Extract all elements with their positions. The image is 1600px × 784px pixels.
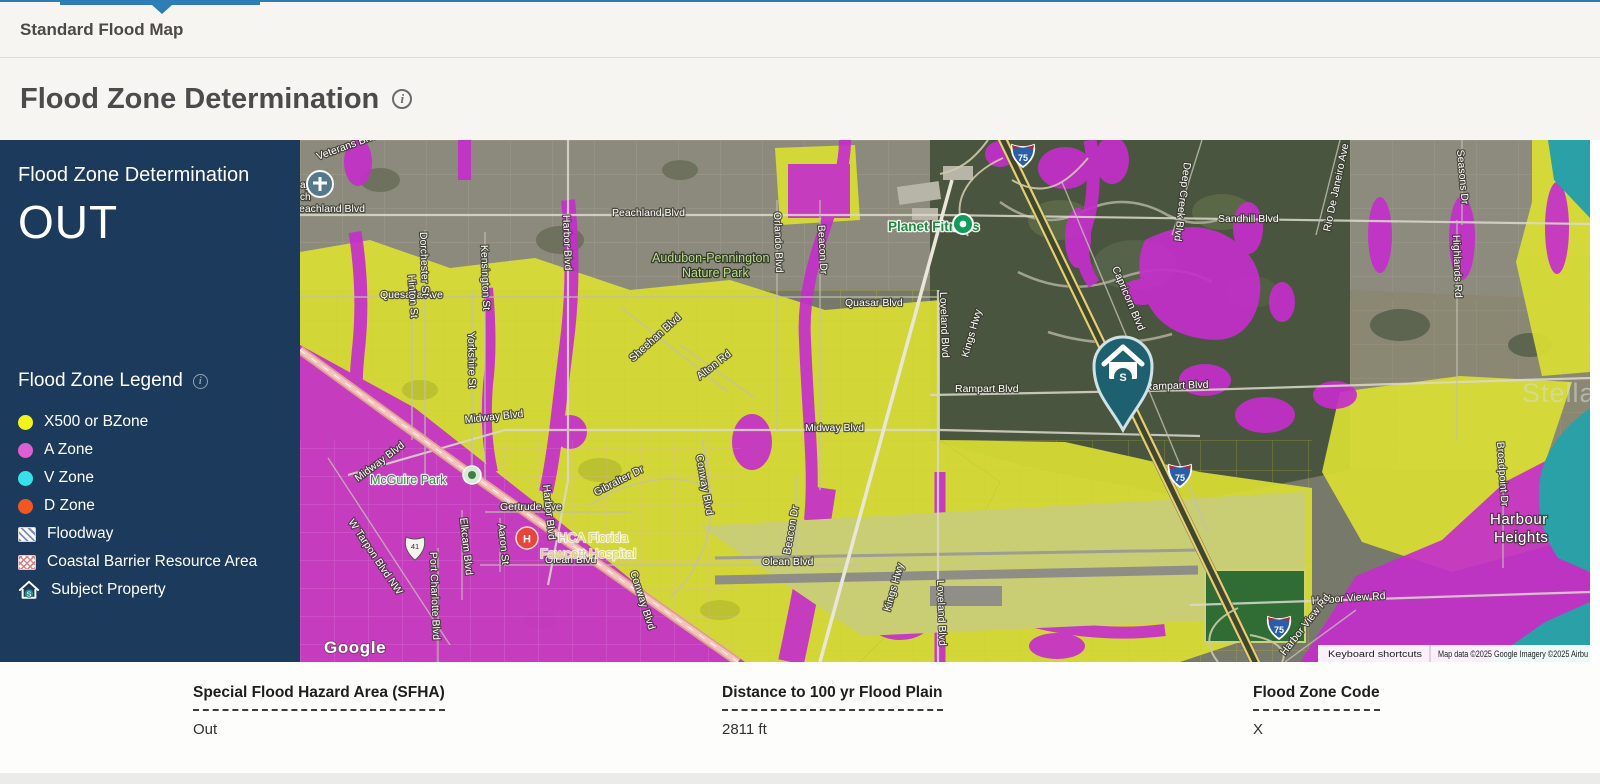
stat-value: 2811 ft	[722, 721, 943, 738]
street-label: Peachland Blvd	[612, 207, 685, 219]
legend-title: Flood Zone Legend	[18, 370, 183, 392]
hospital-label: Fawcett Hospital	[540, 546, 636, 561]
street-label: Loveland Blvd	[934, 580, 948, 647]
stats-row: Special Flood Hazard Area (SFHA) Out Dis…	[0, 662, 1600, 784]
subject-property-house-icon: S	[18, 580, 40, 600]
street-label: Orlando Blvd	[771, 212, 785, 273]
street-label: Dorchester St	[417, 232, 431, 297]
tab-standard-flood-map[interactable]: Standard Flood Map	[20, 20, 183, 40]
svg-text:75: 75	[1018, 153, 1028, 163]
stat-label: Flood Zone Code	[1253, 684, 1380, 711]
svg-text:H: H	[523, 534, 531, 546]
street-label: Kensington St	[478, 245, 492, 311]
d-zone-swatch-icon	[18, 499, 33, 514]
legend-label: Coastal Barrier Resource Area	[47, 553, 257, 571]
tab-bar: Standard Flood Map	[0, 0, 1600, 58]
info-icon[interactable]: i	[392, 89, 412, 109]
street-label: Harbor Blvd	[560, 215, 574, 271]
nature-park-label: Nature Park	[682, 266, 749, 280]
legend-item-x500: X500 or BZone	[18, 408, 290, 436]
flood-determination-panel: Flood Zone Determination OUT Flood Zone …	[0, 140, 300, 662]
legend-label: V Zone	[44, 469, 94, 487]
flood-map-canvas: Veterans Blvd Peachland Blvd Peachland B…	[300, 140, 1590, 662]
stat-flood-zone-code: Flood Zone Code X	[1253, 684, 1380, 738]
mcguire-park-label: McGuire Park	[370, 473, 447, 487]
church-marker-icon	[307, 171, 333, 197]
legend-label: D Zone	[44, 497, 95, 515]
street-label: Rampart Blvd	[1145, 379, 1209, 393]
page-title: Flood Zone Determination	[20, 83, 379, 116]
v-zone-swatch-icon	[18, 471, 33, 486]
street-label: Yorkshire St	[465, 332, 478, 389]
street-label: Highlands Rd	[1450, 235, 1464, 299]
street-label: Sandhill Blvd	[1218, 213, 1279, 225]
floodway-hatch-icon	[18, 527, 36, 542]
street-label: Loveland Blvd	[937, 292, 951, 359]
stellar-mls-watermark: Stellar MLS	[1522, 378, 1590, 408]
nature-park-label: Audubon-Pennington	[652, 251, 770, 265]
street-label: Midway Blvd	[805, 422, 864, 434]
legend-info-icon[interactable]: i	[193, 374, 208, 389]
map-attribution: Keyboard shortcuts Map data ©2025 Google…	[1318, 645, 1590, 662]
street-label: Olean Blvd	[762, 556, 814, 568]
stat-value: Out	[193, 721, 445, 738]
street-label: Rampart Blvd	[955, 383, 1019, 395]
svg-text:S: S	[1119, 372, 1126, 384]
panel-title: Flood Zone Determination	[18, 164, 282, 187]
legend-label: X500 or BZone	[44, 413, 148, 431]
page-heading-row: Flood Zone Determination i	[0, 58, 1600, 140]
planet-fitness-marker-icon	[953, 214, 973, 234]
flood-zone-legend: Flood Zone Legend i X500 or BZone A Zone…	[18, 370, 290, 604]
google-logo[interactable]: Google	[324, 638, 386, 657]
legend-item-a-zone: A Zone	[18, 436, 290, 464]
harbour-heights-label: Harbour	[1490, 511, 1548, 528]
legend-item-d-zone: D Zone	[18, 492, 290, 520]
harbour-heights-label: Heights	[1494, 529, 1548, 546]
bottom-strip	[0, 773, 1600, 784]
keyboard-shortcuts-link[interactable]: Keyboard shortcuts	[1328, 649, 1423, 659]
coastal-barrier-hatch-icon	[18, 555, 36, 570]
hospital-label: HCA Florida	[558, 530, 629, 545]
flood-map[interactable]: Veterans Blvd Peachland Blvd Peachland B…	[300, 140, 1590, 662]
park-marker-icon	[463, 466, 481, 484]
content-row: Flood Zone Determination OUT Flood Zone …	[0, 140, 1600, 662]
map-data-attribution: Map data ©2025 Google Imagery ©2025 Airb…	[1438, 649, 1588, 659]
stat-sfha: Special Flood Hazard Area (SFHA) Out	[193, 684, 445, 738]
map-right-gutter	[1590, 140, 1600, 662]
legend-label: Floodway	[47, 525, 113, 543]
determination-result: OUT	[18, 195, 282, 249]
stat-distance-to-flood-plain: Distance to 100 yr Flood Plain 2811 ft	[722, 684, 943, 738]
legend-item-coastal-barrier: Coastal Barrier Resource Area	[18, 548, 290, 576]
svg-text:75: 75	[1175, 473, 1185, 483]
hospital-marker-icon: H	[516, 527, 538, 549]
legend-item-floodway: Floodway	[18, 520, 290, 548]
street-label: Quasar Blvd	[845, 297, 903, 309]
svg-text:41: 41	[411, 542, 419, 551]
stat-label: Distance to 100 yr Flood Plain	[722, 684, 943, 711]
legend-item-subject-property: S Subject Property	[18, 576, 290, 604]
street-label: Peachland Blvd	[300, 203, 365, 215]
svg-text:S: S	[27, 589, 32, 598]
legend-label: A Zone	[44, 441, 93, 459]
svg-text:75: 75	[1274, 625, 1284, 635]
stat-label: Special Flood Hazard Area (SFHA)	[193, 684, 445, 711]
x500-swatch-icon	[18, 415, 33, 430]
stat-value: X	[1253, 721, 1380, 738]
legend-item-v-zone: V Zone	[18, 464, 290, 492]
active-tab-caret-icon	[152, 5, 172, 14]
edge-text-fragment: ch	[300, 192, 311, 203]
legend-label: Subject Property	[51, 581, 166, 599]
a-zone-swatch-icon	[18, 443, 33, 458]
